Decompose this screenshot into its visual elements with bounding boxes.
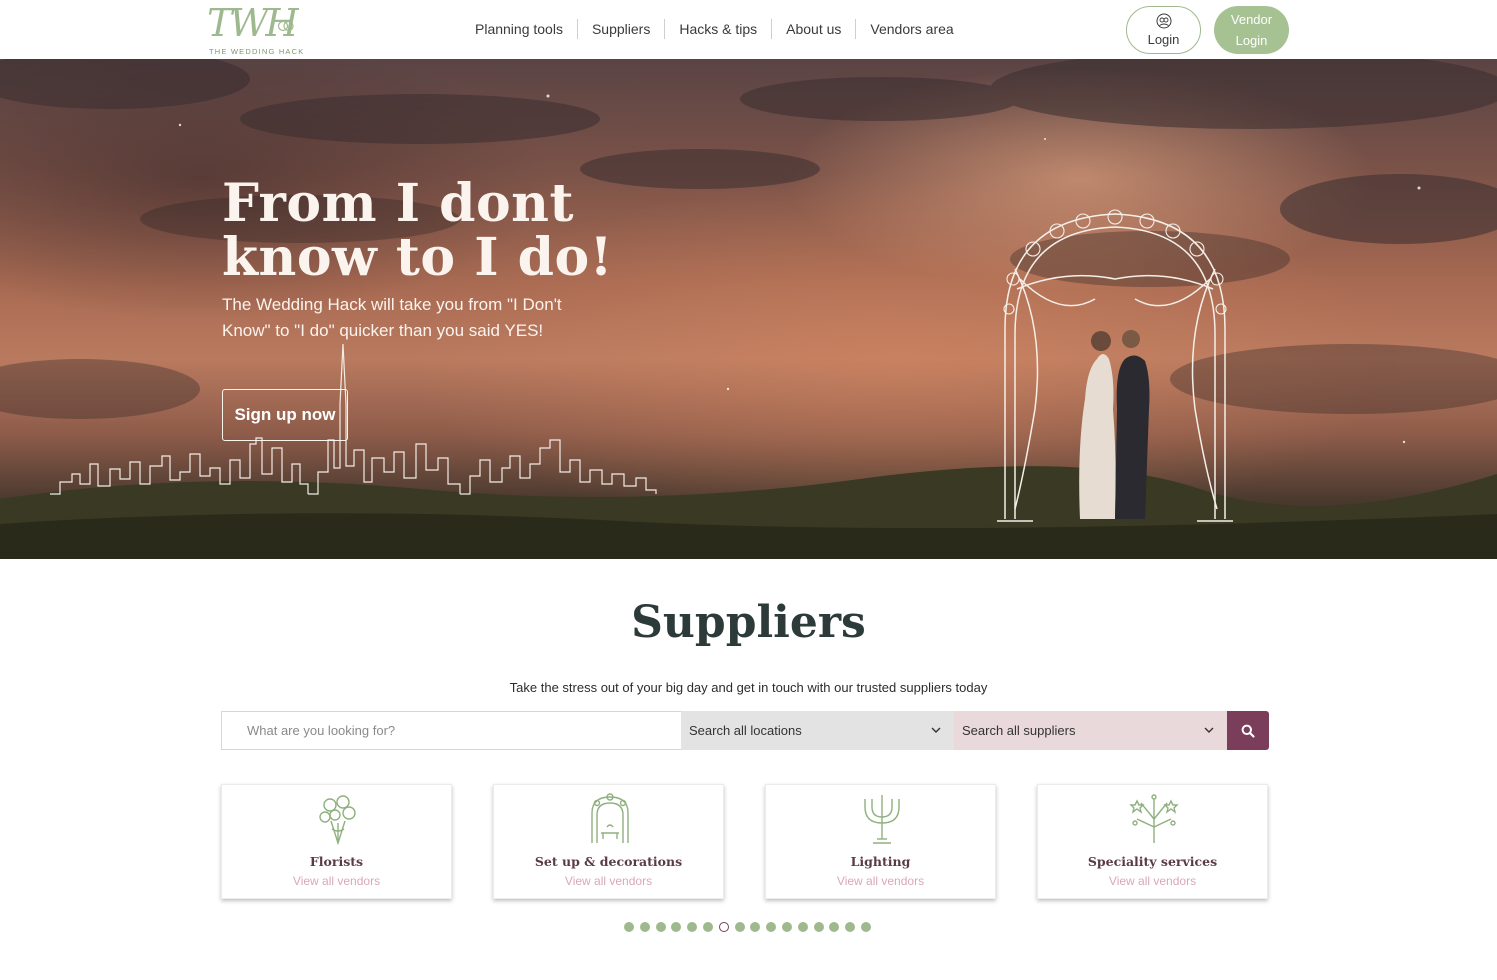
nav-suppliers[interactable]: Suppliers <box>576 19 664 39</box>
logo-text: THE WEDDING HACK <box>209 47 305 56</box>
view-all-vendors-link[interactable]: View all vendors <box>494 874 723 888</box>
suppliers-subheading: Take the stress out of your big day and … <box>509 680 988 695</box>
supplier-search-bar: Search all locations Search all supplier… <box>221 711 1269 750</box>
login-button[interactable]: Login <box>1126 6 1201 54</box>
carousel-dot[interactable] <box>797 922 808 932</box>
sign-up-button[interactable]: Sign up now <box>222 389 348 441</box>
location-select-value: Search all locations <box>689 723 802 738</box>
location-select[interactable]: Search all locations <box>681 711 954 750</box>
supplier-type-select[interactable]: Search all suppliers <box>954 711 1227 750</box>
chevron-down-icon <box>931 727 941 733</box>
vendor-login-label-line1: Vendor <box>1230 12 1273 27</box>
nav-planning-tools[interactable]: Planning tools <box>461 19 577 39</box>
carousel-dot[interactable] <box>845 922 856 932</box>
carousel-dot[interactable] <box>718 922 729 932</box>
suppliers-heading: Suppliers <box>631 597 866 648</box>
category-card-florists[interactable]: Florists View all vendors <box>221 784 452 899</box>
category-name: Lighting <box>850 854 911 869</box>
nav-about-us[interactable]: About us <box>771 19 855 39</box>
carousel-dot[interactable] <box>750 922 761 932</box>
category-name: Florists <box>309 854 364 869</box>
main-nav: Planning tools Suppliers Hacks & tips Ab… <box>461 18 968 40</box>
carousel-pagination <box>624 922 877 932</box>
vendor-login-button[interactable]: Vendor Login <box>1214 6 1289 54</box>
site-logo[interactable]: TWH THE WEDDING HACK <box>207 4 303 56</box>
site-header: TWH THE WEDDING HACK Planning tools Supp… <box>0 0 1497 59</box>
carousel-dot[interactable] <box>671 922 682 932</box>
carousel-dot[interactable] <box>624 922 634 932</box>
carousel-dot[interactable] <box>639 922 650 932</box>
nav-hacks-tips[interactable]: Hacks & tips <box>664 19 771 39</box>
hero-banner: From I dont know to I do! The Wedding Ha… <box>0 59 1497 559</box>
view-all-vendors-link[interactable]: View all vendors <box>766 874 995 888</box>
carousel-dot[interactable] <box>860 922 871 932</box>
login-label: Login <box>1147 32 1180 47</box>
category-card-setup-decorations[interactable]: Set up & decorations View all vendors <box>493 784 724 899</box>
nav-vendors-area[interactable]: Vendors area <box>855 19 967 39</box>
carousel-dot[interactable] <box>655 922 666 932</box>
rings-icon <box>277 20 294 32</box>
chevron-down-icon <box>1204 727 1214 733</box>
fireworks-icon <box>1129 794 1179 843</box>
user-icon <box>1156 13 1171 29</box>
candelabra-icon <box>864 795 900 844</box>
carousel-dot[interactable] <box>734 922 745 932</box>
carousel-dot[interactable] <box>829 922 840 932</box>
wedding-arch-couple-illustration <box>997 209 1233 522</box>
category-card-speciality-services[interactable]: Speciality services View all vendors <box>1037 784 1268 899</box>
search-button[interactable] <box>1227 711 1269 750</box>
category-name: Set up & decorations <box>534 854 683 869</box>
vendor-login-label-line2: Login <box>1235 33 1268 48</box>
view-all-vendors-link[interactable]: View all vendors <box>1038 874 1267 888</box>
carousel-dot[interactable] <box>702 922 713 932</box>
carousel-dot[interactable] <box>781 922 792 932</box>
view-all-vendors-link[interactable]: View all vendors <box>222 874 451 888</box>
wedding-arch-icon <box>591 793 629 843</box>
city-skyline-illustration <box>50 344 657 495</box>
carousel-dot[interactable] <box>687 922 698 932</box>
hero-title: From I dont know to I do! <box>222 173 613 288</box>
supplier-select-value: Search all suppliers <box>962 723 1076 738</box>
supplier-category-carousel: Florists View all vendors Set up & decor… <box>221 784 1269 900</box>
category-card-lighting[interactable]: Lighting View all vendors <box>765 784 996 899</box>
hero-subtitle: The Wedding Hack will take you from "I D… <box>222 295 562 340</box>
carousel-dot[interactable] <box>766 922 777 932</box>
carousel-dot[interactable] <box>813 922 824 932</box>
search-input[interactable] <box>221 711 681 750</box>
category-name: Speciality services <box>1087 854 1218 869</box>
search-icon <box>1241 724 1255 738</box>
bouquet-icon <box>319 795 356 845</box>
